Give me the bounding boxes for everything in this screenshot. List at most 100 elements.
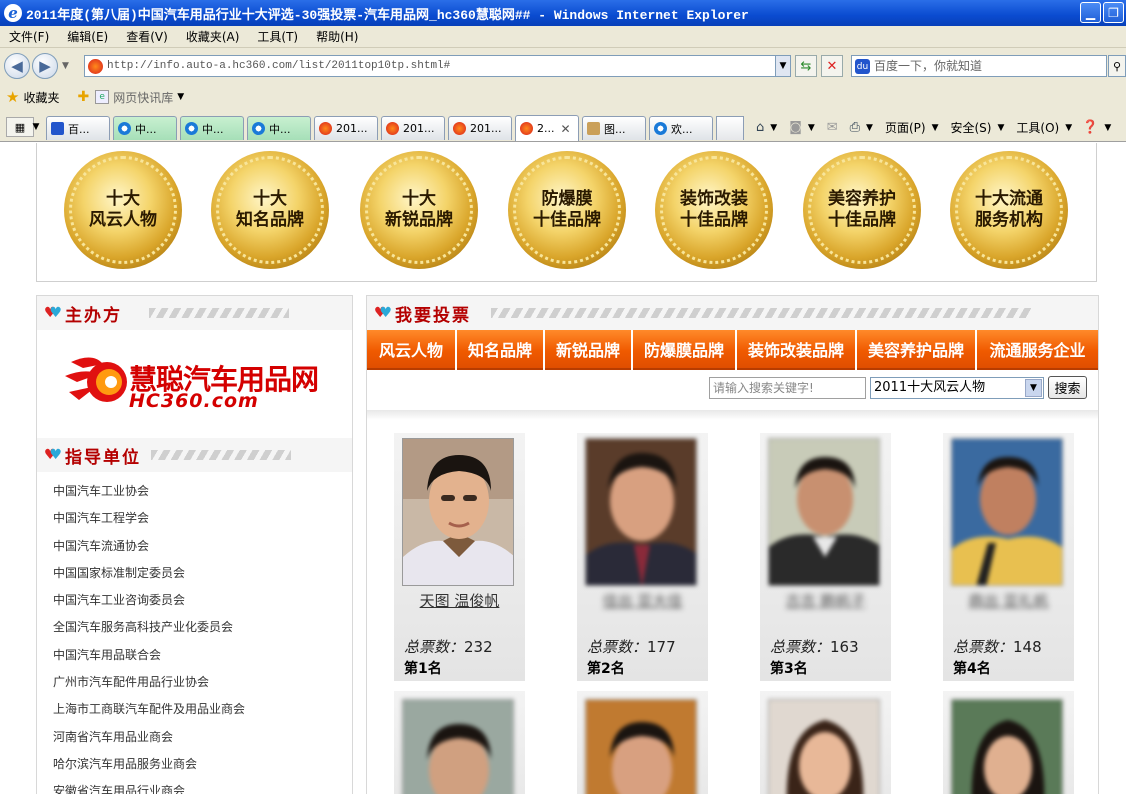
chevron-down-icon[interactable]: ▼ [932,123,939,133]
candidate-photo[interactable] [585,699,697,794]
chevron-down-icon[interactable]: ▼ [177,92,184,102]
org-item[interactable]: 全国汽车服务高科技产业化委员会 [53,614,352,641]
add-favorite-icon[interactable]: ✚ [77,89,89,105]
candidate-name[interactable]: 古吉 鹏帆子 [760,590,891,611]
address-input[interactable]: http://info.auto-a.hc360.com/list/2011to… [84,55,790,77]
org-item[interactable]: 上海市工商联汽车配件及用品业商会 [53,696,352,723]
feeds-icon[interactable]: ◙ [789,120,802,135]
org-item[interactable]: 中国国家标准制定委员会 [53,560,352,587]
tab-category-people[interactable]: 风云人物 [367,330,455,370]
ie-logo-icon: e [4,4,22,22]
heart-icon: ♥ ♥ [43,305,63,321]
tab-5[interactable]: 201... [314,116,378,140]
candidate-photo[interactable] [951,438,1063,586]
org-item[interactable]: 广州市汽车配件用品行业协会 [53,669,352,696]
candidate-name[interactable]: 天图 温俊帆 [394,590,525,611]
category-select[interactable]: 2011十大风云人物 ▼ [870,377,1044,399]
tab-category-service[interactable]: 流通服务企业 [977,330,1098,370]
candidate-photo[interactable] [768,699,880,794]
org-item[interactable]: 河南省汽车用品业商会 [53,724,352,751]
candidate-name[interactable]: 佳出 亚大佳 [577,590,708,611]
org-item[interactable]: 中国汽车工程学会 [53,505,352,532]
org-item[interactable]: 中国汽车流通协会 [53,533,352,560]
tab-close-icon[interactable]: ✕ [561,122,571,136]
award-medal-5[interactable]: 装饰改装 十佳品牌 [655,151,773,269]
search-button[interactable]: 搜索 [1048,376,1087,399]
tab-2[interactable]: 中... [113,116,177,140]
sponsor-logo[interactable]: 慧聪汽车用品网 HC360.com [37,330,352,438]
candidate-photo[interactable] [951,699,1063,794]
help-icon[interactable]: ❓ [1082,120,1098,135]
new-tab-button[interactable] [716,116,744,140]
stop-button[interactable]: ✕ [821,55,843,77]
award-medal-3[interactable]: 十大 新锐品牌 [360,151,478,269]
address-dropdown-button[interactable]: ▼ [775,55,791,77]
org-item[interactable]: 中国汽车工业咨询委员会 [53,587,352,614]
search-go-button[interactable]: ⚲ [1108,55,1126,77]
tab-list-button[interactable]: ▼ [30,117,42,137]
chevron-down-icon[interactable]: ▼ [866,123,873,133]
menu-file[interactable]: 文件(F) [0,28,58,45]
candidate-photo[interactable] [768,438,880,586]
tab-category-film-brand[interactable]: 防爆膜品牌 [633,330,735,370]
keyword-search-input[interactable]: 请输入搜索关键字! [709,377,866,399]
safety-menu-button[interactable]: 安全(S) [951,119,992,136]
menu-help[interactable]: 帮助(H) [307,28,367,45]
org-item[interactable]: 中国汽车工业协会 [53,478,352,505]
print-icon[interactable]: ⎙ [850,120,860,135]
favorites-button[interactable]: 收藏夹 [23,89,59,106]
chevron-down-icon[interactable]: ▼ [1065,123,1072,133]
award-medal-2[interactable]: 十大 知名品牌 [211,151,329,269]
tab-4[interactable]: 中... [247,116,311,140]
forward-button[interactable]: ▶ [32,53,58,79]
web-slice-gallery-link[interactable]: 网页快讯库 [113,89,173,106]
org-item[interactable]: 哈尔滨汽车用品服务业商会 [53,751,352,778]
tab-8-active[interactable]: 2... ✕ [515,115,579,141]
heading-stripes [491,308,1031,318]
candidate-photo[interactable] [402,438,514,586]
award-medal-7[interactable]: 十大流通 服务机构 [950,151,1068,269]
back-button[interactable]: ◀ [4,53,30,79]
mail-icon[interactable]: ✉ [827,120,838,135]
tab-7[interactable]: 201... [448,116,512,140]
chevron-down-icon[interactable]: ▼ [1104,123,1111,133]
minimize-button[interactable]: ▁ [1080,2,1101,23]
candidate-name[interactable]: 鼎出 亚礼帆 [943,590,1074,611]
grid-shadow [367,410,1098,420]
menu-favorites[interactable]: 收藏夹(A) [177,28,249,45]
stop-icon: ✕ [826,58,838,74]
tab-category-modify-brand[interactable]: 装饰改装品牌 [737,330,855,370]
tab-9[interactable]: 图... [582,116,646,140]
chevron-down-icon[interactable]: ▼ [808,123,815,133]
tools-menu-button[interactable]: 工具(O) [1016,119,1059,136]
org-item[interactable]: 中国汽车用品联合会 [53,642,352,669]
page-menu-button[interactable]: 页面(P) [885,119,926,136]
tab-10[interactable]: 欢... [649,116,713,140]
menu-view[interactable]: 查看(V) [117,28,177,45]
tab-category-new-brand[interactable]: 新锐品牌 [545,330,631,370]
history-dropdown-icon[interactable]: ▼ [62,61,69,71]
tab-3[interactable]: 中... [180,116,244,140]
back-arrow-icon: ◀ [11,57,23,75]
tab-category-care-brand[interactable]: 美容养护品牌 [857,330,975,370]
tab-6[interactable]: 201... [381,116,445,140]
search-placeholder: 百度一下，你就知道 [874,59,983,73]
chevron-down-icon[interactable]: ▼ [997,123,1004,133]
tab-1[interactable]: 百... [46,116,110,140]
vote-heading: 我要投票 [395,305,471,326]
candidate-photo[interactable] [585,438,697,586]
award-medal-6[interactable]: 美容养护 十佳品牌 [803,151,921,269]
tab-category-known-brand[interactable]: 知名品牌 [457,330,543,370]
restore-button[interactable]: ❐ [1103,2,1124,23]
award-medal-1[interactable]: 十大 风云人物 [64,151,182,269]
chevron-down-icon[interactable]: ▼ [1025,379,1042,397]
award-medal-4[interactable]: 防爆膜 十佳品牌 [508,151,626,269]
menu-edit[interactable]: 编辑(E) [58,28,117,45]
org-item[interactable]: 安徽省汽车用品行业商会 [53,778,352,794]
chevron-down-icon[interactable]: ▼ [770,123,777,133]
home-icon[interactable]: ⌂ [756,120,764,135]
refresh-button[interactable]: ⇆ [795,55,817,77]
search-input[interactable]: du 百度一下，你就知道 [851,55,1107,77]
menu-tools[interactable]: 工具(T) [248,28,307,45]
candidate-photo[interactable] [402,699,514,794]
